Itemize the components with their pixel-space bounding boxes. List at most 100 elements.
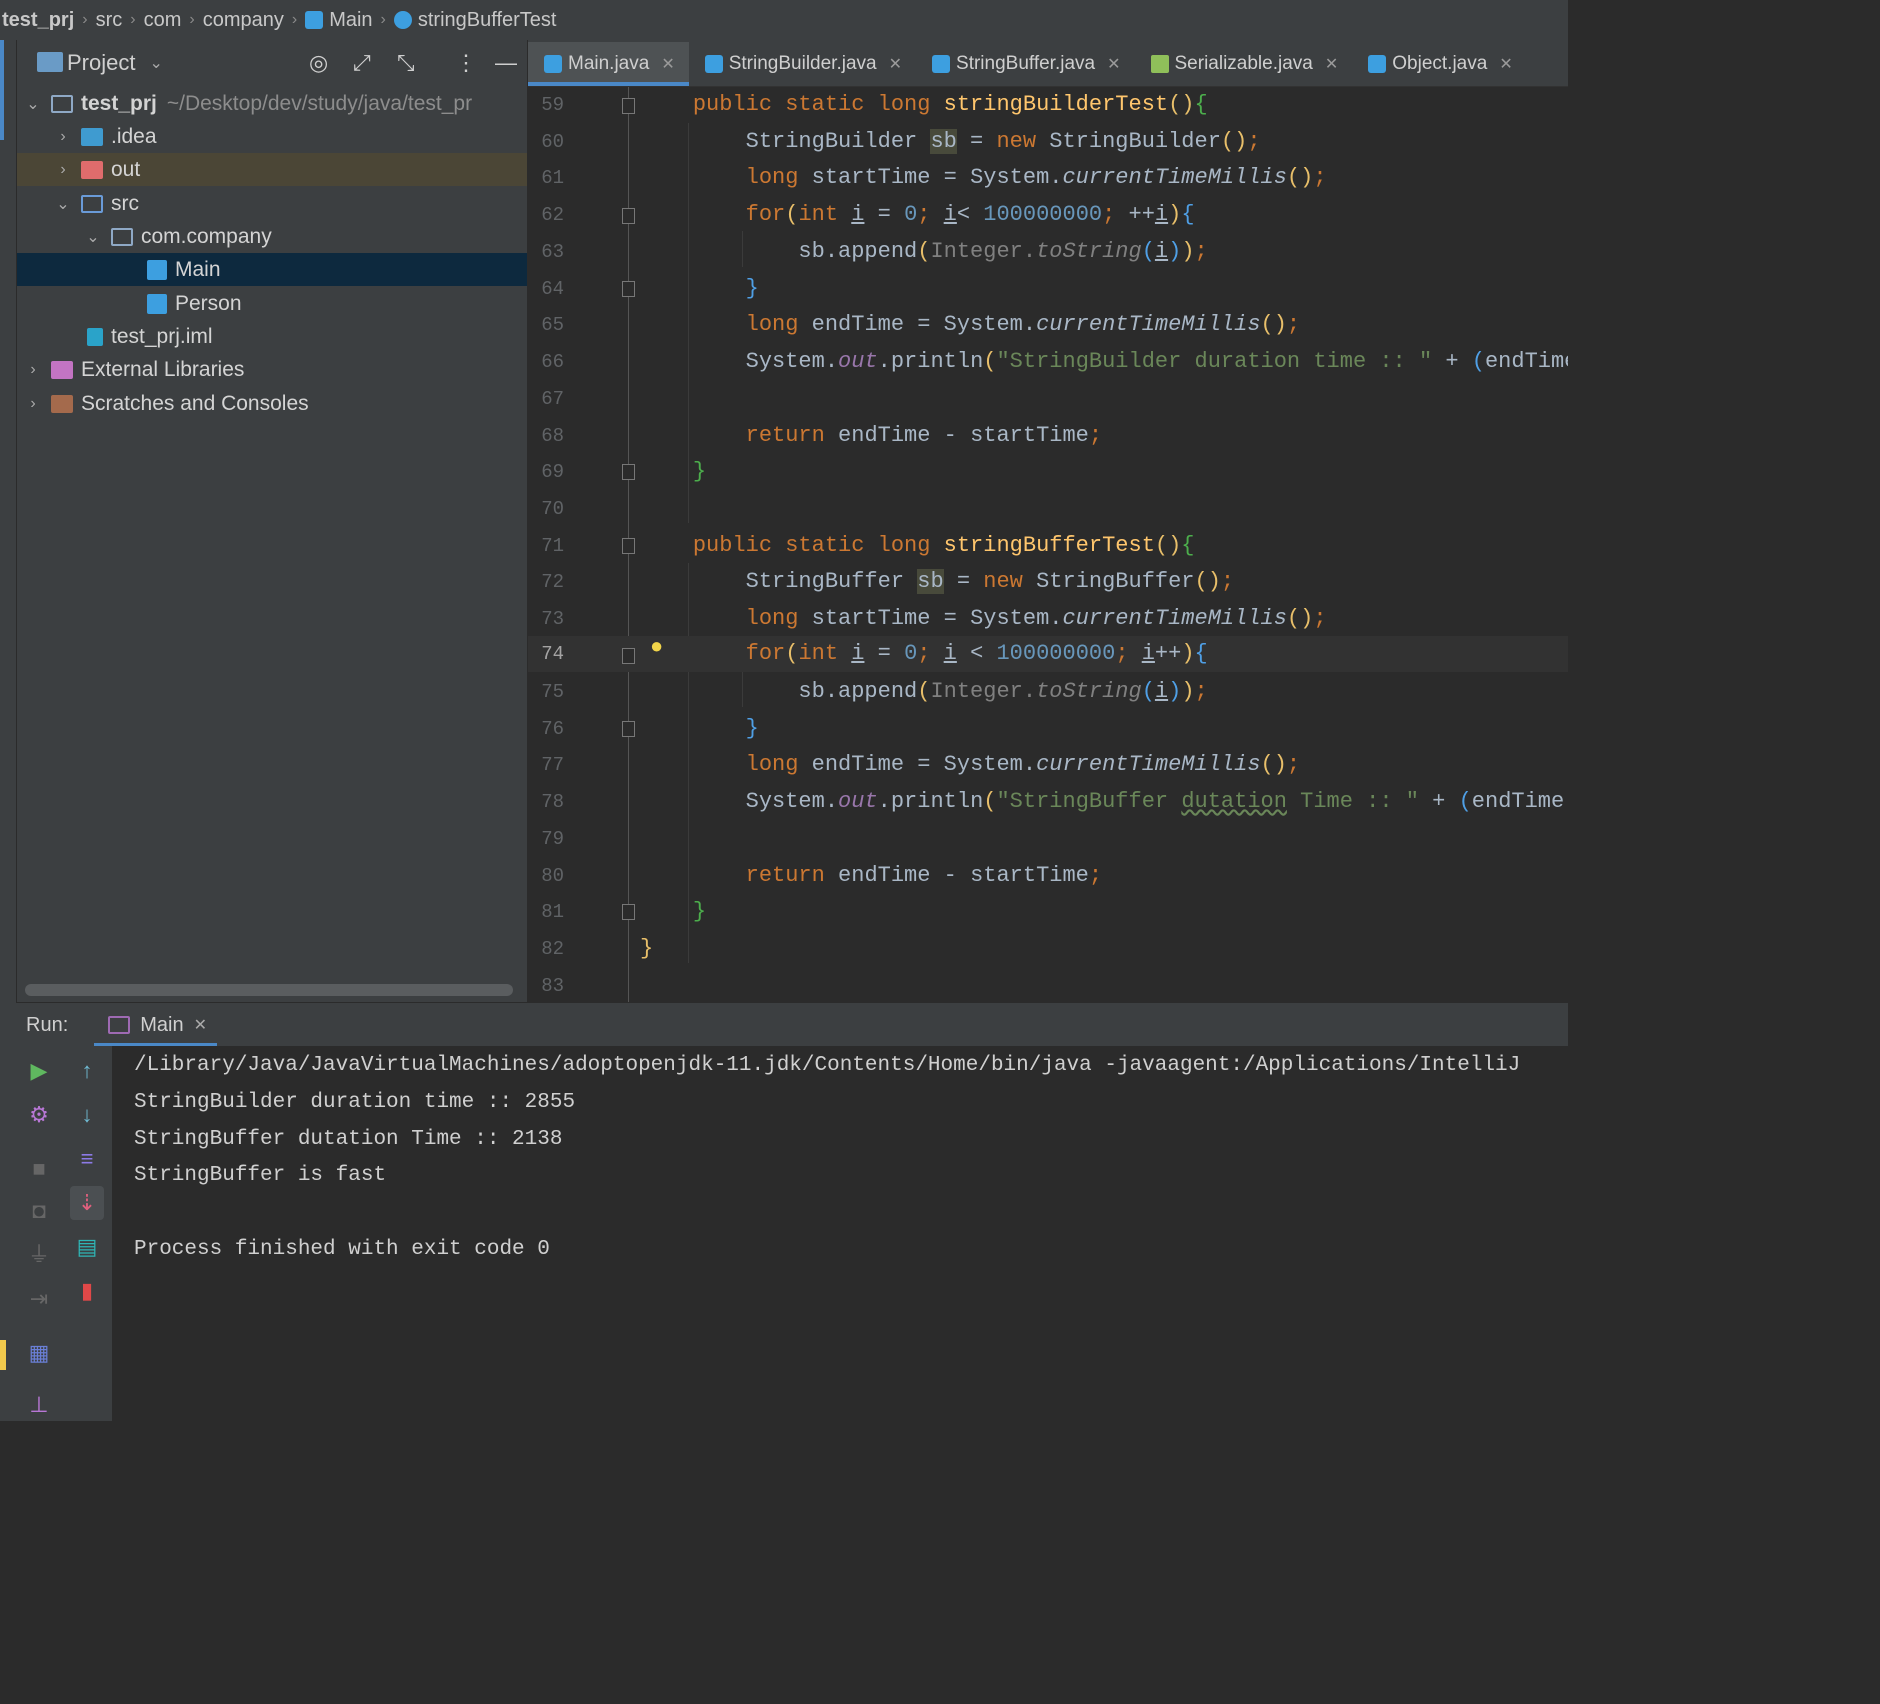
tree-item-src[interactable]: ⌄ src xyxy=(17,187,527,220)
tree-item-scratches[interactable]: › Scratches and Consoles xyxy=(17,387,527,420)
chevron-down-icon[interactable]: ⌄ xyxy=(149,53,162,73)
pin-icon[interactable]: ⊥ xyxy=(22,1388,56,1422)
fold-marker-icon[interactable] xyxy=(622,721,635,737)
tab-stringbuffer-java[interactable]: StringBuffer.java ✕ xyxy=(916,42,1134,86)
code-editor[interactable]: 59 public static long stringBuilderTest(… xyxy=(528,87,1568,1002)
arrow-up-icon[interactable]: ↑ xyxy=(70,1054,104,1088)
breadcrumb-method[interactable]: stringBufferTest xyxy=(388,9,563,32)
tab-label: StringBuffer.java xyxy=(956,53,1096,74)
fold-marker-icon[interactable] xyxy=(622,98,635,114)
code-line[interactable]: 71 public static long stringBufferTest()… xyxy=(528,528,1568,564)
close-icon[interactable]: ✕ xyxy=(194,1015,207,1035)
trash-icon[interactable]: ▮ xyxy=(70,1274,104,1308)
fold-marker-icon[interactable] xyxy=(622,538,635,554)
project-title[interactable]: Project xyxy=(67,50,135,76)
code-line[interactable]: 59 public static long stringBuilderTest(… xyxy=(528,87,1568,123)
run-tab-main[interactable]: Main ✕ xyxy=(94,1003,217,1047)
code-line[interactable]: 81 } xyxy=(528,894,1568,930)
gear-icon[interactable]: ⚙ xyxy=(22,1098,56,1132)
lightbulb-icon[interactable]: ● xyxy=(650,635,663,660)
code-line[interactable]: 78 System.out.println("StringBuffer duta… xyxy=(528,784,1568,820)
soft-wrap-icon[interactable]: ≡ xyxy=(70,1142,104,1176)
tab-serializable-java[interactable]: Serializable.java ✕ xyxy=(1135,42,1353,86)
breadcrumb-company[interactable]: company xyxy=(197,9,290,32)
code-line[interactable]: 66 System.out.println("StringBuilder dur… xyxy=(528,344,1568,380)
breadcrumb-com[interactable]: com xyxy=(138,9,188,32)
line-number: 74 xyxy=(541,643,564,665)
tree-item-idea[interactable]: › .idea xyxy=(17,120,527,153)
layout-icon[interactable]: ▦ xyxy=(22,1336,56,1370)
code-line[interactable]: 70 xyxy=(528,491,1568,527)
code-line[interactable]: 82} xyxy=(528,931,1568,967)
code-line[interactable]: 69 } xyxy=(528,454,1568,490)
code-line[interactable]: 79 xyxy=(528,821,1568,857)
locate-icon[interactable]: ◎ xyxy=(309,50,328,76)
tree-item-com-company[interactable]: ⌄ com.company xyxy=(17,220,527,253)
arrow-down-icon[interactable]: ↓ xyxy=(70,1098,104,1132)
chevron-right-icon[interactable]: › xyxy=(55,161,71,179)
close-icon[interactable]: ✕ xyxy=(1325,54,1338,74)
code-line-current[interactable]: 74 for(int i = 0; i < 100000000; i++){ xyxy=(528,636,1568,672)
tree-item-external-libraries[interactable]: › External Libraries xyxy=(17,353,527,386)
project-stripe-indicator[interactable] xyxy=(0,40,4,140)
code-line[interactable]: 64 } xyxy=(528,271,1568,307)
horizontal-scrollbar[interactable] xyxy=(25,984,513,996)
collapse-all-icon[interactable]: ⤡ xyxy=(397,50,415,76)
code-line[interactable]: 62 for(int i = 0; i< 100000000; ++i){ xyxy=(528,197,1568,233)
chevron-down-icon[interactable]: ⌄ xyxy=(55,194,71,214)
chevron-down-icon[interactable]: ⌄ xyxy=(85,227,101,247)
fold-marker-icon[interactable] xyxy=(622,281,635,297)
structure-stripe-indicator[interactable] xyxy=(0,1340,6,1370)
chevron-right-icon[interactable]: › xyxy=(25,395,41,413)
code-line[interactable]: 72 StringBuffer sb = new StringBuffer(); xyxy=(528,564,1568,600)
code-line[interactable]: 73 long startTime = System.currentTimeMi… xyxy=(528,601,1568,637)
close-icon[interactable]: ✕ xyxy=(1499,54,1512,74)
fold-marker-icon[interactable] xyxy=(622,464,635,480)
code-line[interactable]: 61 long startTime = System.currentTimeMi… xyxy=(528,160,1568,196)
code-line[interactable]: 63 sb.append(Integer.toString(i)); xyxy=(528,234,1568,270)
line-number: 70 xyxy=(541,498,564,520)
chevron-right-icon[interactable]: › xyxy=(25,361,41,379)
fold-marker-icon[interactable] xyxy=(622,904,635,920)
close-icon[interactable]: ✕ xyxy=(889,54,902,74)
close-icon[interactable]: ✕ xyxy=(661,54,674,74)
fold-marker-icon[interactable] xyxy=(622,208,635,224)
rerun-icon[interactable]: ▶ xyxy=(22,1054,56,1088)
fold-marker-icon[interactable] xyxy=(622,648,635,664)
chevron-right-icon[interactable]: › xyxy=(55,128,71,146)
code-line[interactable]: 83 xyxy=(528,968,1568,1002)
options-icon[interactable]: ⋮ xyxy=(455,50,477,76)
breadcrumb-project[interactable]: test_prj xyxy=(0,9,80,32)
tree-item-test-prj[interactable]: ⌄ test_prj ~/Desktop/dev/study/java/test… xyxy=(17,87,527,120)
code-line[interactable]: 75 sb.append(Integer.toString(i)); xyxy=(528,674,1568,710)
camera-icon[interactable]: ◘ xyxy=(22,1194,56,1228)
tree-item-out[interactable]: › out xyxy=(17,153,527,186)
code-line[interactable]: 80 return endTime - startTime; xyxy=(528,858,1568,894)
hide-panel-icon[interactable]: — xyxy=(495,50,517,76)
stop-icon[interactable]: ■ xyxy=(22,1152,56,1186)
console-output[interactable]: /Library/Java/JavaVirtualMachines/adopto… xyxy=(112,1046,1568,1421)
code-line[interactable]: 77 long endTime = System.currentTimeMill… xyxy=(528,747,1568,783)
tree-item-iml[interactable]: test_prj.iml xyxy=(17,320,527,353)
tree-item-person[interactable]: Person xyxy=(17,287,527,320)
line-number: 65 xyxy=(541,314,564,336)
scroll-to-end-icon[interactable]: ⇣ xyxy=(70,1186,104,1220)
close-icon[interactable]: ✕ xyxy=(1107,54,1120,74)
code-line[interactable]: 76 } xyxy=(528,711,1568,747)
exit-icon[interactable]: ⇥ xyxy=(22,1282,56,1316)
breadcrumb-src[interactable]: src xyxy=(90,9,129,32)
code-line[interactable]: 65 long endTime = System.currentTimeMill… xyxy=(528,307,1568,343)
code-text: } xyxy=(745,276,759,301)
tab-stringbuilder-java[interactable]: StringBuilder.java ✕ xyxy=(689,42,916,86)
tab-main-java[interactable]: Main.java ✕ xyxy=(528,42,689,86)
tree-item-main[interactable]: Main xyxy=(17,253,527,286)
code-line[interactable]: 60 StringBuilder sb = new StringBuilder(… xyxy=(528,124,1568,160)
code-line[interactable]: 67 xyxy=(528,381,1568,417)
plug-icon[interactable]: ⏚ xyxy=(22,1238,56,1272)
chevron-down-icon[interactable]: ⌄ xyxy=(25,94,41,114)
print-icon[interactable]: ▤ xyxy=(70,1230,104,1264)
code-line[interactable]: 68 return endTime - startTime; xyxy=(528,418,1568,454)
tab-object-java[interactable]: Object.java ✕ xyxy=(1352,42,1526,86)
expand-all-icon[interactable]: ⤢ xyxy=(353,50,371,76)
breadcrumb-main[interactable]: Main xyxy=(299,9,378,32)
